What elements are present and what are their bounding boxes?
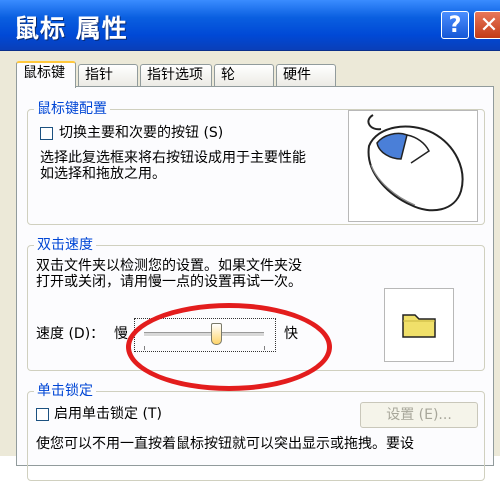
slider-tick <box>144 346 145 350</box>
help-icon: ? <box>448 12 462 38</box>
speed-slider-track[interactable] <box>144 332 264 337</box>
close-icon: ✕ <box>479 12 499 38</box>
tab-pointers[interactable]: 指针 <box>78 64 138 86</box>
tab-panel: 鼠标键配置 切换主要和次要的按钮 (S) 选择此复选框来将右按钮设成用于主要性能… <box>16 86 494 481</box>
enable-click-lock-label[interactable]: 启用单击锁定 (T) <box>54 406 162 423</box>
double-click-group: 双击速度 双击文件夹以检测您的设置。如果文件夹没 打开或关闭，请用慢一点的设置再… <box>27 236 485 371</box>
tab-buttons[interactable]: 鼠标键 <box>16 61 76 88</box>
title-bar: 鼠标 属性 ? ✕ <box>0 0 500 51</box>
button-config-group: 鼠标键配置 切换主要和次要的按钮 (S) 选择此复选框来将右按钮设成用于主要性能… <box>27 100 485 225</box>
dialog-body: 鼠标键 指针 指针选项 轮 硬件 鼠标键配置 切换主要和次要的按钮 (S) 选择… <box>0 51 500 481</box>
folder-icon <box>402 314 436 338</box>
click-lock-group: 单击锁定 启用单击锁定 (T) 设置 (E)... 使您可以不用一直按着鼠标按钮… <box>27 382 485 481</box>
enable-click-lock-checkbox[interactable] <box>36 408 49 421</box>
button-config-description-line1: 选择此复选框来将右按钮设成用于主要性能 <box>40 150 306 166</box>
close-button[interactable]: ✕ <box>474 11 500 39</box>
switch-buttons-label[interactable]: 切换主要和次要的按钮 (S) <box>59 125 223 142</box>
window-title: 鼠标 属性 <box>14 14 128 43</box>
test-folder[interactable] <box>384 288 454 362</box>
help-button[interactable]: ? <box>441 11 469 39</box>
slow-label: 慢 <box>114 326 128 342</box>
double-click-description-line2: 打开或关闭，请用慢一点的设置再试一次。 <box>36 274 302 290</box>
speed-label: 速度 (D)： <box>36 326 105 342</box>
button-config-description-line2: 如选择和拖放之用。 <box>40 166 166 182</box>
fast-label: 快 <box>284 326 298 342</box>
mouse-icon <box>367 114 464 212</box>
click-lock-description-line1: 使您可以不用一直按着鼠标按钮就可以突出显示或拖拽。要设 <box>36 436 414 452</box>
tab-wheel[interactable]: 轮 <box>214 64 274 86</box>
button-config-legend: 鼠标键配置 <box>34 100 110 118</box>
slider-tick <box>264 346 265 350</box>
switch-buttons-checkbox[interactable] <box>40 127 53 140</box>
tab-pointer-options[interactable]: 指针选项 <box>140 64 212 86</box>
click-lock-settings-button[interactable]: 设置 (E)... <box>360 402 478 428</box>
mouse-image <box>348 110 478 222</box>
speed-slider-thumb[interactable] <box>210 323 222 345</box>
double-click-legend: 双击速度 <box>34 236 96 254</box>
tab-hardware[interactable]: 硬件 <box>276 64 336 86</box>
double-click-description-line1: 双击文件夹以检测您的设置。如果文件夹没 <box>36 258 302 274</box>
click-lock-legend: 单击锁定 <box>34 382 96 400</box>
